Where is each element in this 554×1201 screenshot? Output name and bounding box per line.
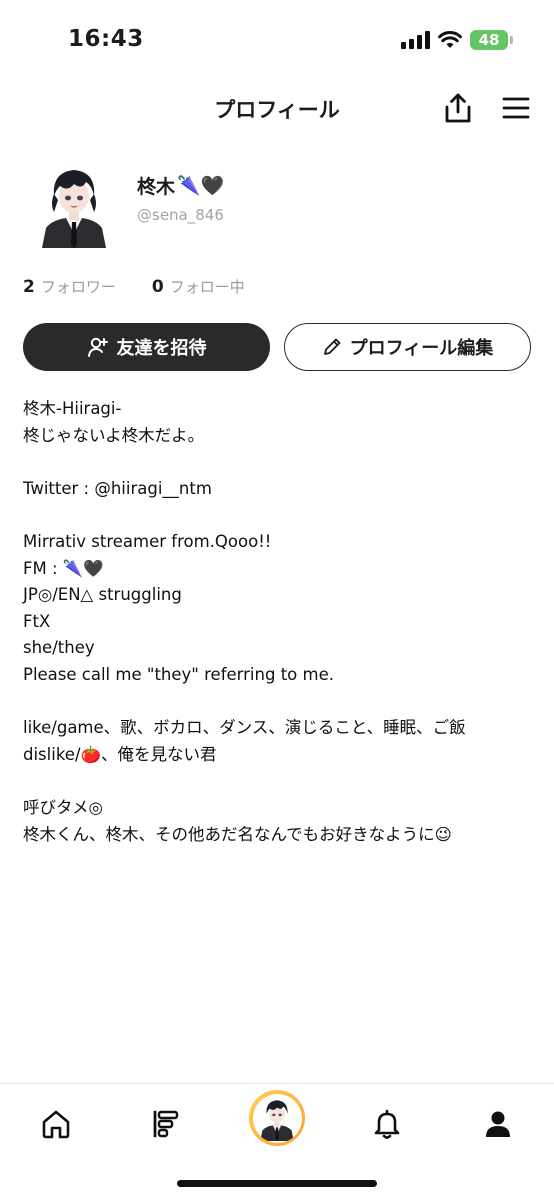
- profile-bio: 柊木-Hiiragi- 柊じゃないよ柊木だよ。 Twitter : @hiira…: [23, 396, 533, 848]
- bio-line: Please call me "they" referring to me.: [23, 664, 334, 684]
- pencil-icon: [323, 338, 341, 355]
- status-bar: 16:43 48: [0, 0, 554, 84]
- bio-line: [23, 768, 533, 795]
- avatar-character-icon: [42, 170, 106, 248]
- bio-line: [23, 689, 533, 716]
- profile-name-text: 柊木: [137, 176, 176, 198]
- followers-count: 2: [23, 277, 35, 297]
- bio-line: 柊じゃないよ柊木だよ。: [23, 425, 205, 445]
- bio-line: like/game、歌、ボカロ、ダンス、演じること、睡眠、ご飯: [23, 718, 466, 738]
- home-indicator: [177, 1180, 377, 1187]
- share-icon: [445, 93, 471, 123]
- following-count: 0: [151, 277, 164, 297]
- bio-line: FtX: [23, 611, 51, 631]
- bio-line: dislike/🍅、俺を見ない君: [23, 744, 217, 764]
- bio-line: she/they: [23, 638, 95, 658]
- following-stat[interactable]: 0 フォロー中: [152, 276, 245, 297]
- bio-line: 呼びタメ◎: [23, 797, 103, 817]
- following-label: フォロー中: [169, 278, 245, 296]
- bio-line: 柊木-Hiiragi-: [23, 399, 122, 418]
- add-user-icon: [87, 337, 108, 357]
- edit-profile-button[interactable]: プロフィール編集: [284, 323, 531, 371]
- edit-profile-label: プロフィール編集: [349, 338, 494, 359]
- profile-avatar[interactable]: [32, 160, 116, 248]
- profile-name: 柊木 🌂🖤: [137, 172, 224, 199]
- bio-line: JP◎/EN△ struggling: [23, 585, 182, 605]
- bell-icon: [374, 1109, 400, 1139]
- invite-friends-button[interactable]: 友達を招待: [23, 323, 270, 371]
- tab-feed[interactable]: [143, 1102, 187, 1146]
- bio-line: 柊木くん、柊木、その他あだ名なんでもお好きなように😉: [23, 824, 452, 844]
- share-button[interactable]: [438, 88, 478, 128]
- header: プロフィール: [0, 84, 554, 132]
- feed-icon: [153, 1110, 179, 1138]
- tab-notifications[interactable]: [365, 1102, 409, 1146]
- battery-icon: 48: [470, 30, 513, 50]
- person-icon: [486, 1111, 510, 1137]
- followers-stat[interactable]: 2 フォロワー: [23, 276, 116, 297]
- hamburger-menu-icon: [502, 97, 530, 119]
- invite-friends-label: 友達を招待: [116, 338, 207, 359]
- status-icons: 48: [401, 30, 513, 50]
- bio-line: FM : 🌂🖤: [23, 558, 104, 578]
- menu-button[interactable]: [496, 88, 536, 128]
- bio-line-twitter[interactable]: Twitter : @hiiragi__ntm: [23, 476, 533, 503]
- avatar-character-icon: [260, 1100, 294, 1141]
- tab-profile[interactable]: [476, 1102, 520, 1146]
- tab-home[interactable]: [34, 1102, 78, 1146]
- bio-line: Mirrativ streamer from.Qooo!!: [23, 531, 272, 551]
- status-time: 16:43: [68, 26, 144, 52]
- profile-name-emoji: 🌂🖤: [177, 175, 225, 197]
- home-icon: [42, 1110, 70, 1139]
- followers-label: フォロワー: [40, 278, 116, 296]
- tab-profile-avatar[interactable]: [249, 1090, 305, 1146]
- bio-line: [23, 502, 533, 529]
- bio-line: [23, 449, 533, 476]
- profile-handle: @sena_846: [137, 206, 224, 224]
- tab-avatar-frame: [252, 1093, 302, 1143]
- follow-stats: 2 フォロワー 0 フォロー中: [23, 276, 245, 297]
- cellular-signal-icon: [401, 31, 430, 49]
- wifi-icon: [438, 31, 462, 48]
